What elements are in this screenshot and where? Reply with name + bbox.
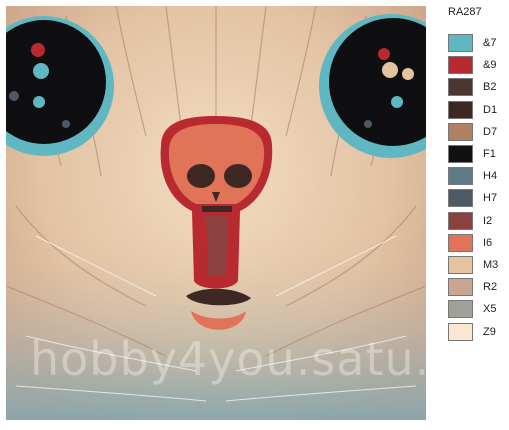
color-label: R2: [483, 281, 498, 294]
color-label: &7: [483, 37, 497, 50]
color-label: X5: [483, 303, 497, 316]
palette-row: &7: [448, 32, 506, 54]
color-label: F1: [483, 148, 496, 161]
color-label: M3: [483, 258, 499, 271]
palette-row: R2: [448, 276, 506, 298]
palette-row: X5: [448, 298, 506, 320]
color-swatch: [448, 100, 473, 119]
color-label: I2: [483, 214, 493, 227]
color-label: B2: [483, 81, 497, 94]
palette-row: I2: [448, 210, 506, 232]
palette-row: &9: [448, 54, 506, 76]
color-label: H4: [483, 170, 498, 183]
palette-row: M3: [448, 254, 506, 276]
product-code: RA287: [448, 6, 482, 18]
color-swatch: [448, 56, 473, 75]
color-swatch: [448, 211, 473, 230]
palette-row: H4: [448, 165, 506, 187]
color-label: Z9: [483, 325, 496, 338]
color-swatch: [448, 189, 473, 208]
color-label: D1: [483, 103, 498, 116]
color-swatch: [448, 300, 473, 319]
color-label: &9: [483, 59, 497, 72]
color-swatch: [448, 145, 473, 164]
color-label: H7: [483, 192, 498, 205]
color-swatch: [448, 78, 473, 97]
color-swatch: [448, 233, 473, 252]
color-palette: &7 &9 B2 D1 D7 F1 H4 H7 I2 I6 M3 R2 X5 Z…: [448, 32, 506, 343]
color-swatch: [448, 278, 473, 297]
color-swatch: [448, 255, 473, 274]
watermark-text: hobby4you.satu.kz: [30, 332, 484, 386]
palette-row: H7: [448, 187, 506, 209]
color-swatch: [448, 167, 473, 186]
color-label: I6: [483, 236, 493, 249]
color-label: D7: [483, 125, 498, 138]
palette-row: D1: [448, 99, 506, 121]
palette-row: F1: [448, 143, 506, 165]
palette-row: B2: [448, 76, 506, 98]
palette-row: I6: [448, 232, 506, 254]
color-swatch: [448, 34, 473, 53]
palette-row: D7: [448, 121, 506, 143]
color-swatch: [448, 122, 473, 141]
